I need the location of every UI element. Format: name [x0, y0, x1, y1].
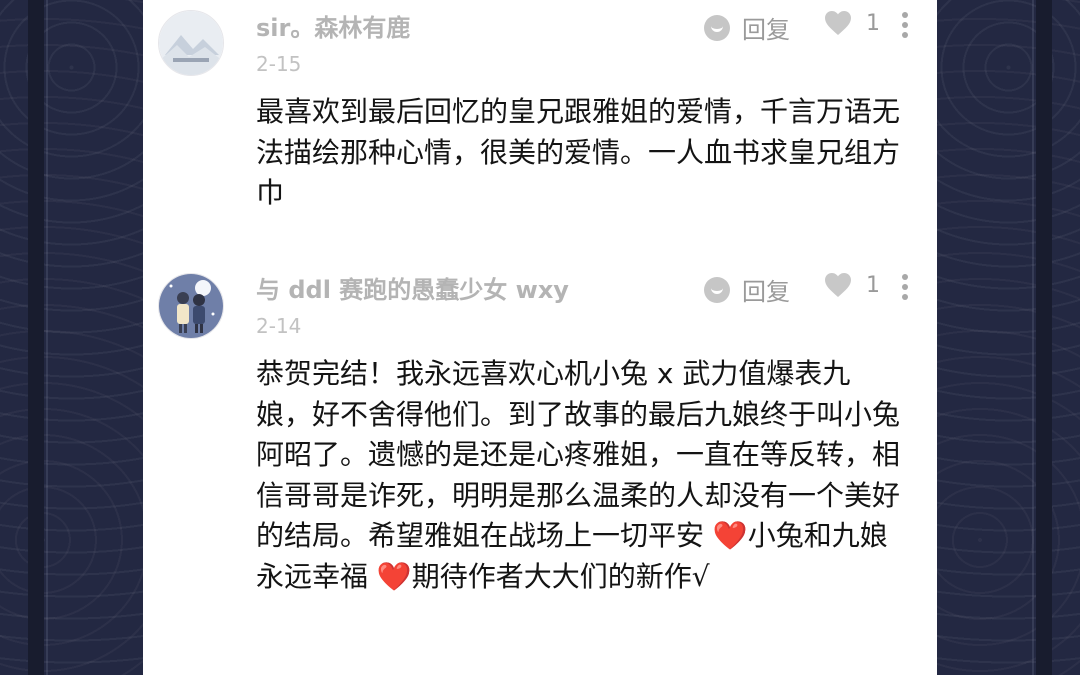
reply-button[interactable]: 回复	[704, 10, 790, 45]
comment-text: 最喜欢到最后回忆的皇兄跟雅姐的爱情，千言万语无法描绘那种心情，很美的爱情。一人血…	[256, 95, 901, 209]
left-border-line	[46, 0, 48, 675]
right-decorative-border	[937, 0, 1080, 675]
comment-item: 与 ddl 赛跑的愚蠢少女 wxy 2-14 回复 1 恭贺完结！我永远喜欢心机…	[143, 270, 937, 675]
right-border-line	[1032, 0, 1034, 675]
reply-label: 回复	[742, 278, 790, 306]
comment-date: 2-14	[256, 314, 302, 338]
heart-icon	[825, 11, 851, 35]
reply-label: 回复	[742, 16, 790, 44]
like-button[interactable]: 1	[824, 272, 880, 298]
more-options-icon[interactable]	[901, 10, 909, 40]
comment-username[interactable]: sir。森林有鹿	[256, 8, 410, 43]
landscape-avatar-icon[interactable]	[158, 10, 224, 76]
like-count: 1	[866, 272, 880, 298]
red-heart-emoji-icon: ❤️	[376, 559, 412, 593]
comment-item: sir。森林有鹿 2-15 回复 1 最喜欢到最后回忆的皇兄跟雅姐的爱情，千言万…	[143, 0, 937, 240]
heart-icon	[825, 273, 851, 297]
comment-text: 恭贺完结！我永远喜欢心机小兔 x 武力值爆表九娘，好不舍得他们。到了故事的最后九…	[256, 354, 906, 597]
reply-icon	[704, 14, 730, 41]
comment-date: 2-15	[256, 52, 302, 76]
like-button[interactable]: 1	[824, 10, 880, 36]
anime-couple-avatar-icon[interactable]	[158, 273, 224, 339]
reply-icon	[704, 276, 730, 303]
left-border-rail	[28, 0, 44, 675]
reply-button[interactable]: 回复	[704, 272, 790, 307]
right-border-rail	[1036, 0, 1052, 675]
red-heart-emoji-icon: ❤️	[712, 519, 748, 552]
comment-text-part: 期待作者大大们的新作√	[411, 559, 710, 593]
comment-list: sir。森林有鹿 2-15 回复 1 最喜欢到最后回忆的皇兄跟雅姐的爱情，千言万…	[143, 0, 937, 675]
comment-username[interactable]: 与 ddl 赛跑的愚蠢少女 wxy	[256, 270, 569, 305]
left-decorative-border	[0, 0, 143, 675]
more-options-icon[interactable]	[901, 272, 909, 302]
like-count: 1	[866, 10, 880, 36]
